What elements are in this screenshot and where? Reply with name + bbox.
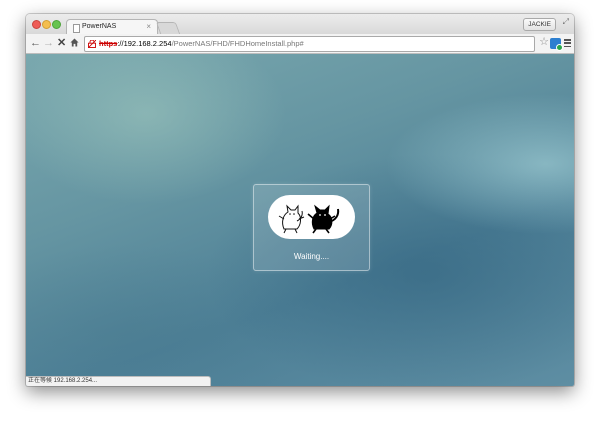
forward-arrow-icon[interactable]: →	[43, 36, 54, 50]
black-cat-eye-icon	[324, 214, 326, 216]
fullscreen-icon[interactable]: ⤢	[563, 17, 569, 27]
waiting-message: Waiting....	[293, 252, 330, 261]
home-icon[interactable]	[70, 38, 79, 47]
extension-icon[interactable]	[550, 38, 563, 51]
zoom-window-button[interactable]	[52, 20, 61, 29]
menu-icon[interactable]	[564, 39, 571, 48]
white-cat-eye-icon	[293, 213, 295, 215]
white-cat-icon	[278, 204, 305, 234]
loading-dialog: Waiting....	[253, 184, 370, 271]
new-tab-button[interactable]	[155, 22, 181, 34]
white-cat-eye-icon	[289, 213, 291, 215]
black-cat-icon	[307, 204, 340, 234]
black-cat-eye-icon	[319, 214, 321, 216]
minimize-window-button[interactable]	[42, 20, 51, 29]
url-path: /PowerNAS/FHD/FHDHomeInstall.php#	[171, 39, 304, 48]
extension-badge	[556, 44, 563, 51]
tab-powernas[interactable]: PowerNAS ×	[66, 19, 158, 35]
user-profile-button[interactable]: JACKIE	[523, 18, 556, 31]
close-window-button[interactable]	[32, 20, 41, 29]
status-bar: 正在等候 192.168.2.254...	[26, 376, 211, 386]
back-arrow-icon[interactable]: ←	[30, 36, 41, 50]
lock-broken-icon	[88, 40, 96, 48]
address-bar[interactable]: https://192.168.2.254/PowerNAS/FHD/FHDHo…	[84, 36, 535, 52]
browser-window: PowerNAS × JACKIE ⤢ ← → ✕ https://192.16…	[26, 14, 574, 386]
url-host: ://192.168.2.254	[117, 39, 172, 48]
star-icon[interactable]: ☆	[539, 37, 549, 48]
stop-icon[interactable]: ✕	[57, 36, 66, 50]
tab-title: PowerNAS	[82, 23, 117, 30]
url-scheme: https	[99, 39, 118, 48]
title-bar: PowerNAS × JACKIE ⤢	[26, 14, 574, 35]
cats-animation	[268, 195, 355, 239]
url-text: https://192.168.2.254/PowerNAS/FHD/FHDHo…	[99, 37, 304, 51]
dancing-cats-icon	[278, 204, 340, 234]
page-icon	[73, 24, 80, 33]
page-content: Waiting.... 正在等候 192.168.2.254...	[26, 54, 574, 386]
browser-toolbar: ← → ✕ https://192.168.2.254/PowerNAS/FHD…	[26, 34, 574, 54]
tab-close-icon[interactable]: ×	[146, 22, 151, 31]
